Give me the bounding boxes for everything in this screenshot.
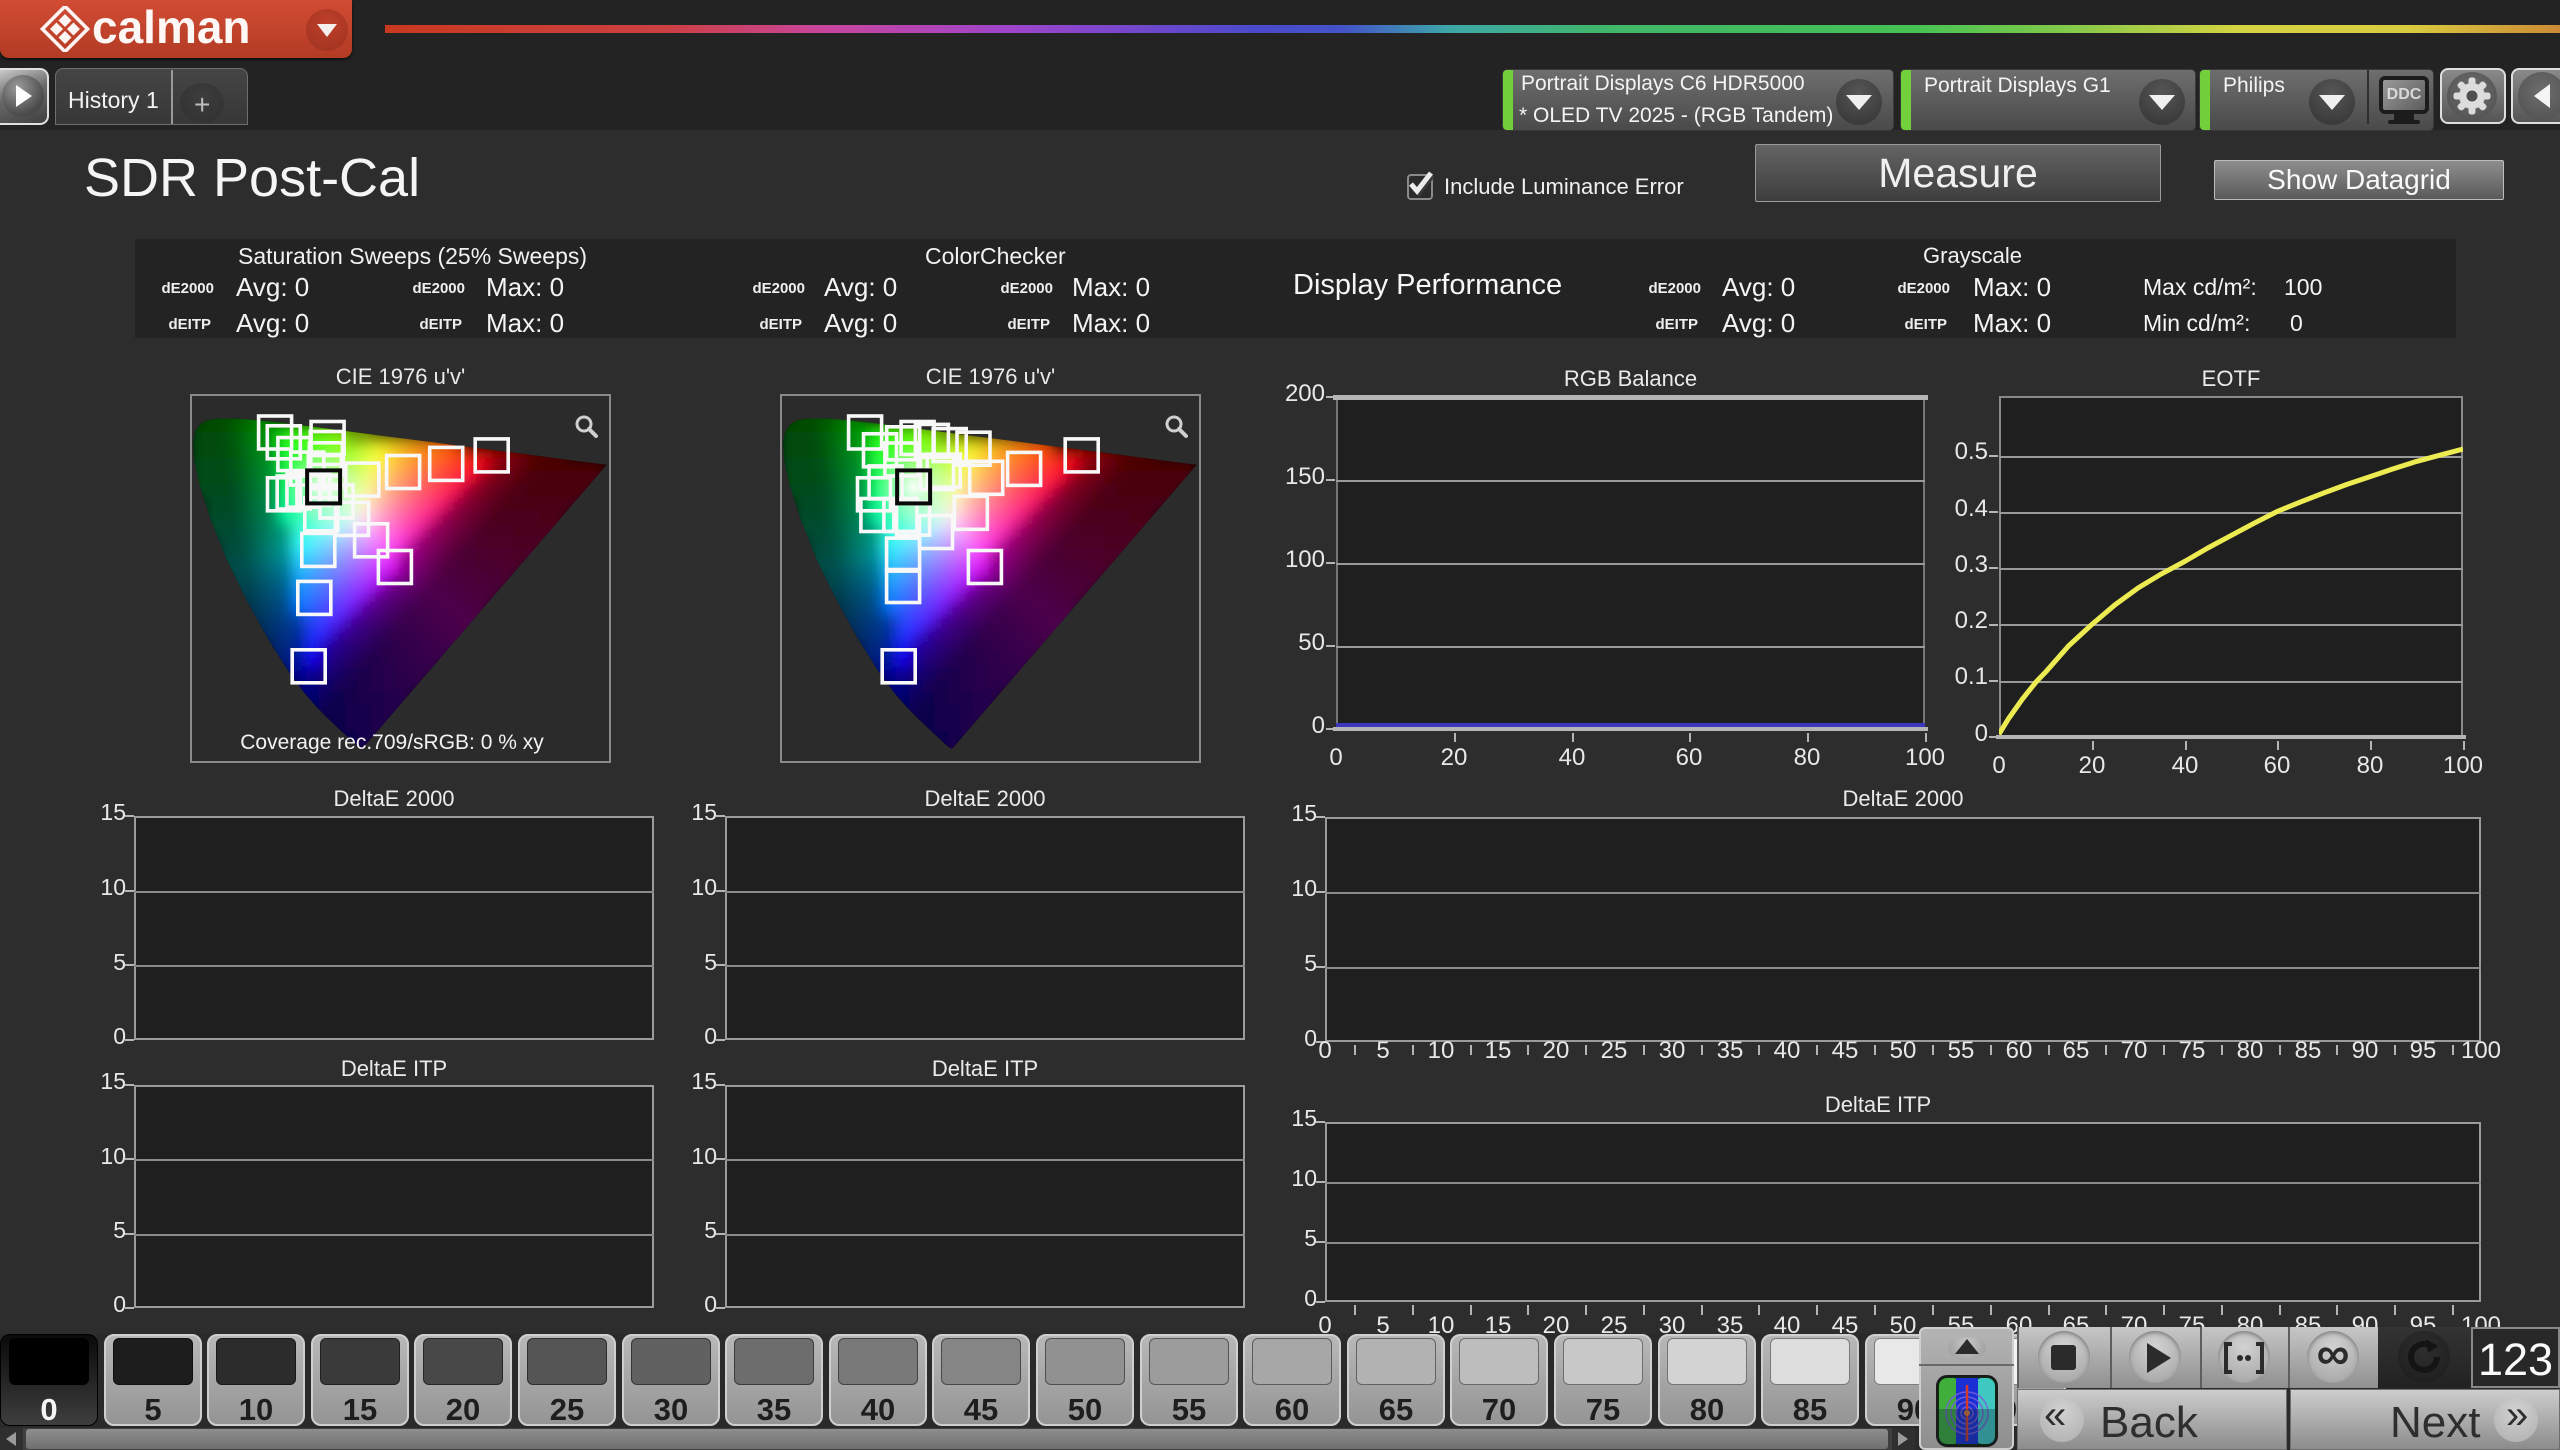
svg-text:Coverage rec.709/sRGB: 0 % xy: Coverage rec.709/sRGB: 0 % xy xyxy=(240,731,544,754)
